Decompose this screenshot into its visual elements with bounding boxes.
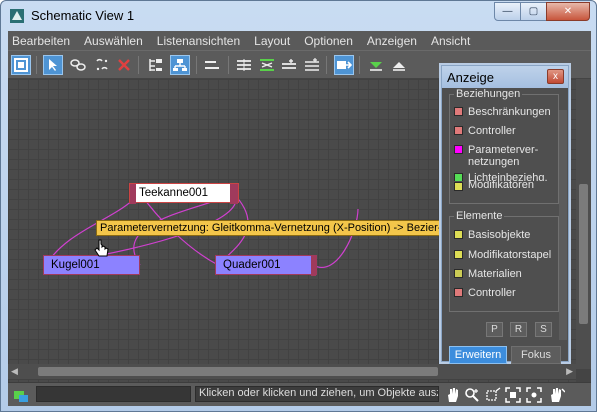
floater-scrollbar[interactable] [559, 110, 567, 340]
display-floater-body: Beziehungen Beschränkungen Controller Pa… [442, 88, 568, 364]
show-all-icon[interactable] [334, 55, 354, 75]
hierarchy-mode-icon[interactable] [146, 55, 166, 75]
scroll-right-icon[interactable]: ▶ [566, 366, 573, 377]
option-modifier-stack[interactable]: Modifikatorstapel [454, 249, 551, 261]
zoom-region-icon[interactable] [484, 386, 501, 403]
move-children-icon[interactable] [202, 55, 222, 75]
collapse-icon[interactable] [389, 55, 409, 75]
node-sphere[interactable]: Kugel001 [43, 255, 140, 275]
status-bar: Klicken oder klicken und ziehen, um Obje… [8, 382, 591, 406]
hand-cursor-icon [94, 239, 110, 259]
bookmark-icon[interactable] [12, 386, 29, 403]
window-title: Schematic View 1 [31, 8, 135, 23]
color-swatch[interactable] [454, 182, 463, 191]
color-swatch[interactable] [454, 269, 463, 278]
node-sphere-label: Kugel001 [51, 259, 100, 271]
menu-bearbeiten[interactable]: Bearbeiten [8, 34, 77, 48]
zoom-extents-selected-icon[interactable] [525, 386, 542, 403]
zoom-icon[interactable] [463, 386, 480, 403]
expand-icon[interactable] [366, 55, 386, 75]
bookmark-name-field[interactable] [36, 386, 191, 402]
r-button[interactable]: R [510, 322, 527, 337]
scroll-left-icon[interactable]: ◀ [11, 366, 18, 377]
color-swatch[interactable] [454, 173, 463, 181]
maximize-button[interactable]: ▢ [520, 2, 547, 21]
window-client: Bearbeiten Auswählen Listenansichten Lay… [8, 31, 591, 406]
status-message: Klicken oder klicken und ziehen, um Obje… [195, 386, 439, 402]
references-mode-icon[interactable] [170, 55, 190, 75]
menu-optionen[interactable]: Optionen [297, 34, 360, 48]
insert-above-icon[interactable] [279, 55, 299, 75]
menu-ansicht[interactable]: Ansicht [424, 34, 477, 48]
option-light-inclusion[interactable]: Lichteinbeziehg. [454, 172, 548, 181]
color-swatch[interactable] [454, 250, 463, 259]
select-icon[interactable] [43, 55, 63, 75]
display-floater-icon[interactable] [11, 55, 31, 75]
pan-to-selected-icon[interactable] [548, 386, 565, 403]
insert-below-icon[interactable] [302, 55, 322, 75]
menu-anzeigen[interactable]: Anzeigen [360, 34, 424, 48]
display-floater-close-button[interactable]: x [547, 69, 564, 84]
align-left-icon[interactable] [234, 55, 254, 75]
color-swatch[interactable] [454, 288, 463, 297]
option-controllers[interactable]: Controller [454, 125, 548, 137]
unlink-selected-icon[interactable] [92, 55, 112, 75]
group-relations-label: Beziehungen [454, 88, 523, 100]
horizontal-scroll-thumb[interactable] [38, 367, 438, 376]
color-swatch[interactable] [454, 230, 463, 239]
color-swatch[interactable] [454, 107, 463, 116]
option-param-wires[interactable]: Parameterver-netzungen [454, 144, 548, 168]
schematic-view-window: Schematic View 1 — ▢ ✕ Bearbeiten Auswäh… [0, 0, 597, 412]
menu-layout[interactable]: Layout [247, 34, 297, 48]
group-entities-label: Elemente [454, 210, 505, 222]
zoom-extents-icon[interactable] [504, 386, 521, 403]
option-modifiers[interactable]: Modifikatoren [454, 181, 548, 191]
p-button[interactable]: P [486, 322, 503, 337]
delete-icon[interactable] [114, 55, 134, 75]
app-icon [9, 8, 25, 24]
vertical-scroll-thumb[interactable] [579, 184, 588, 324]
option-materials[interactable]: Materialien [454, 268, 548, 280]
vertical-scrollbar[interactable] [576, 79, 591, 369]
focus-button[interactable]: Fokus [511, 346, 561, 364]
display-floater: Anzeige x Beziehungen Beschränkungen Con… [441, 65, 569, 364]
horizontal-scrollbar[interactable]: ◀ ▶ [8, 364, 576, 379]
menu-auswaehlen[interactable]: Auswählen [77, 34, 150, 48]
node-box-label: Quader001 [223, 259, 281, 271]
display-floater-title: Anzeige [447, 70, 494, 85]
expand-button[interactable]: Erweitern [449, 346, 507, 364]
connect-icon[interactable] [68, 55, 88, 75]
color-swatch[interactable] [454, 126, 463, 135]
title-bar[interactable]: Schematic View 1 — ▢ ✕ [1, 1, 596, 31]
node-box[interactable]: Quader001 [215, 255, 317, 276]
color-swatch[interactable] [454, 145, 463, 154]
close-button[interactable]: ✕ [546, 2, 590, 21]
minimize-button[interactable]: — [494, 2, 521, 21]
menu-bar: Bearbeiten Auswählen Listenansichten Lay… [8, 31, 591, 50]
option-base-objects[interactable]: Basisobjekte [454, 229, 548, 241]
option-entity-controllers[interactable]: Controller [454, 287, 548, 299]
node-teapot[interactable]: Teekanne001 [129, 183, 239, 204]
s-button[interactable]: S [535, 322, 552, 337]
option-constraints[interactable]: Beschränkungen [454, 106, 551, 118]
display-floater-titlebar[interactable]: Anzeige x [442, 66, 568, 88]
pan-icon[interactable] [444, 386, 461, 403]
align-center-icon[interactable] [257, 55, 277, 75]
node-teapot-label: Teekanne001 [139, 187, 209, 199]
menu-listenansichten[interactable]: Listenansichten [150, 34, 247, 48]
